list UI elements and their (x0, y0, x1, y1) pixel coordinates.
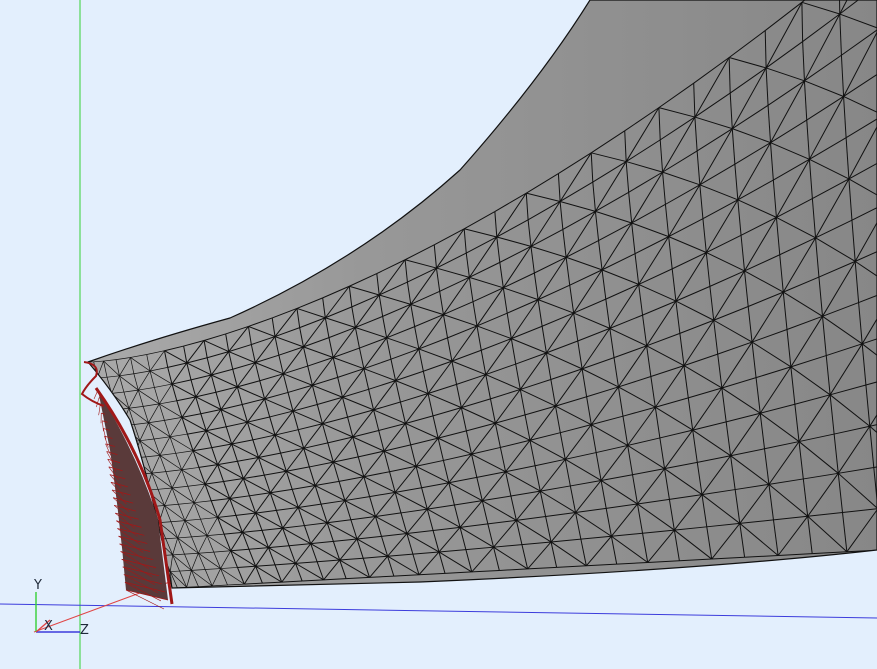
3d-viewport[interactable]: Y X Z (0, 0, 877, 669)
edge-mesh-line (98, 405, 101, 416)
triad-z-label: Z (80, 623, 89, 638)
mesh-edge (101, 393, 112, 395)
mesh-edge (838, 0, 841, 15)
triad-x-label: X (44, 619, 53, 634)
world-z-axis (0, 603, 877, 619)
edge-mesh-line (102, 420, 104, 432)
edge-mesh-line (103, 428, 107, 440)
triad-y-label: Y (33, 578, 42, 593)
mesh-scene[interactable]: Y X Z (0, 0, 877, 669)
mesh-surface[interactable] (86, 0, 877, 589)
